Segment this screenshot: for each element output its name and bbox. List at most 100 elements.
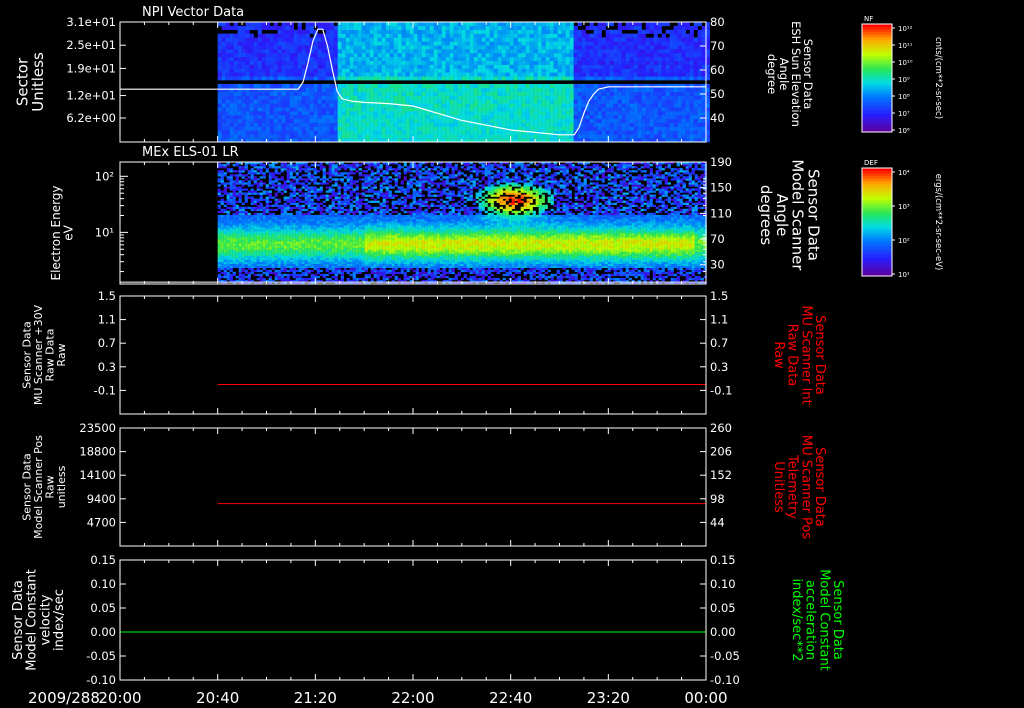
spectrogram-cell [460, 277, 464, 281]
spectrogram-cell [580, 273, 584, 277]
spectrogram-cell [406, 261, 410, 264]
heatmap-cell [489, 103, 494, 108]
spectrogram-cell [652, 267, 656, 271]
heatmap-cell [661, 134, 666, 139]
spectrogram-cell [268, 263, 272, 266]
heatmap-cell [589, 83, 594, 89]
heatmap-cell [229, 37, 234, 42]
heatmap-cell [661, 41, 666, 46]
heatmap-cell [253, 68, 258, 73]
heatmap-cell [453, 99, 458, 104]
spectrogram-cell [598, 277, 602, 281]
spectrogram-cell [379, 263, 383, 266]
heatmap-cell [601, 122, 606, 127]
spectrogram-cell [316, 265, 320, 269]
heatmap-cell [453, 76, 458, 81]
spectrogram-cell [292, 267, 296, 271]
heatmap-cell [609, 56, 614, 62]
heatmap-cell [697, 95, 702, 100]
heatmap-cell [493, 95, 498, 100]
heatmap-cell [681, 99, 686, 104]
heatmap-cell [353, 103, 358, 108]
spectrogram-cell [631, 273, 635, 277]
heatmap-cell [557, 114, 562, 120]
heatmap-cell [269, 52, 274, 58]
heatmap-cell [233, 91, 238, 96]
heatmap-cell [517, 114, 522, 120]
spectrogram-cell [550, 263, 554, 266]
heatmap-cell [473, 33, 478, 38]
spectrogram-cell [448, 277, 452, 281]
spectrogram-cell [637, 271, 641, 275]
heatmap-cell [473, 126, 478, 131]
heatmap-cell [461, 114, 466, 120]
heatmap-cell [481, 87, 486, 92]
heatmap-cell [613, 107, 618, 112]
heatmap-cell [365, 91, 370, 96]
heatmap-cell [305, 103, 310, 108]
heatmap-cell [465, 130, 470, 135]
heatmap-cell [253, 72, 258, 77]
heatmap-cell [457, 49, 462, 54]
heatmap-cell [677, 122, 682, 127]
heatmap-cell [585, 37, 590, 42]
heatmap-cell [621, 122, 626, 127]
heatmap-cell [621, 91, 626, 96]
heatmap-cell [621, 95, 626, 100]
spectrogram-cell [349, 267, 353, 271]
heatmap-cell [245, 83, 250, 89]
heatmap-cell [313, 107, 318, 112]
spectrogram-cell [613, 263, 617, 266]
spectrogram-cell [565, 275, 569, 279]
heatmap-cell [621, 76, 626, 81]
heatmap-cell [661, 126, 666, 131]
heatmap-cell [401, 68, 406, 73]
heatmap-cell [373, 122, 378, 127]
heatmap-cell [689, 103, 694, 108]
spectrogram-cell [469, 261, 473, 264]
spectrogram-cell [574, 265, 578, 269]
spectrogram-cell [280, 277, 284, 281]
heatmap-cell [577, 103, 582, 108]
spectrogram-cell [385, 263, 389, 266]
heatmap-cell [577, 37, 582, 42]
heatmap-cell [285, 99, 290, 104]
heatmap-cell [653, 126, 658, 131]
heatmap-cell [245, 76, 250, 81]
spectrogram-cell [520, 261, 524, 264]
heatmap-cell [273, 41, 278, 46]
heatmap-cell [425, 72, 430, 77]
heatmap-cell [673, 68, 678, 73]
heatmap-cell [413, 76, 418, 81]
heatmap-cell [321, 87, 326, 92]
heatmap-cell [265, 64, 270, 69]
heatmap-cell [541, 49, 546, 54]
heatmap-cell [321, 49, 326, 54]
spectrogram-cell [475, 263, 479, 266]
heatmap-cell [237, 91, 242, 96]
heatmap-cell [577, 134, 582, 139]
heatmap-cell [329, 76, 334, 81]
heatmap-cell [337, 72, 342, 77]
heatmap-cell [257, 95, 262, 100]
spectrogram-cell [286, 263, 290, 266]
spectrogram-cell [517, 277, 521, 281]
heatmap-cell [541, 56, 546, 62]
heatmap-cell [257, 118, 262, 123]
heatmap-cell [237, 103, 242, 108]
heatmap-cell [389, 52, 394, 58]
heatmap-cell [505, 25, 510, 31]
heatmap-cell [233, 41, 238, 46]
heatmap-cell [457, 87, 462, 92]
heatmap-cell [293, 41, 298, 46]
heatmap-cell [477, 33, 482, 38]
heatmap-cell [381, 83, 386, 89]
heatmap-cell [657, 122, 662, 127]
heatmap-cell [389, 99, 394, 104]
heatmap-cell [641, 130, 646, 135]
heatmap-cell [445, 103, 450, 108]
heatmap-cell [549, 45, 554, 50]
spectrogram-cell [676, 271, 680, 275]
heatmap-cell [441, 37, 446, 42]
spectrogram-cell [556, 275, 560, 279]
